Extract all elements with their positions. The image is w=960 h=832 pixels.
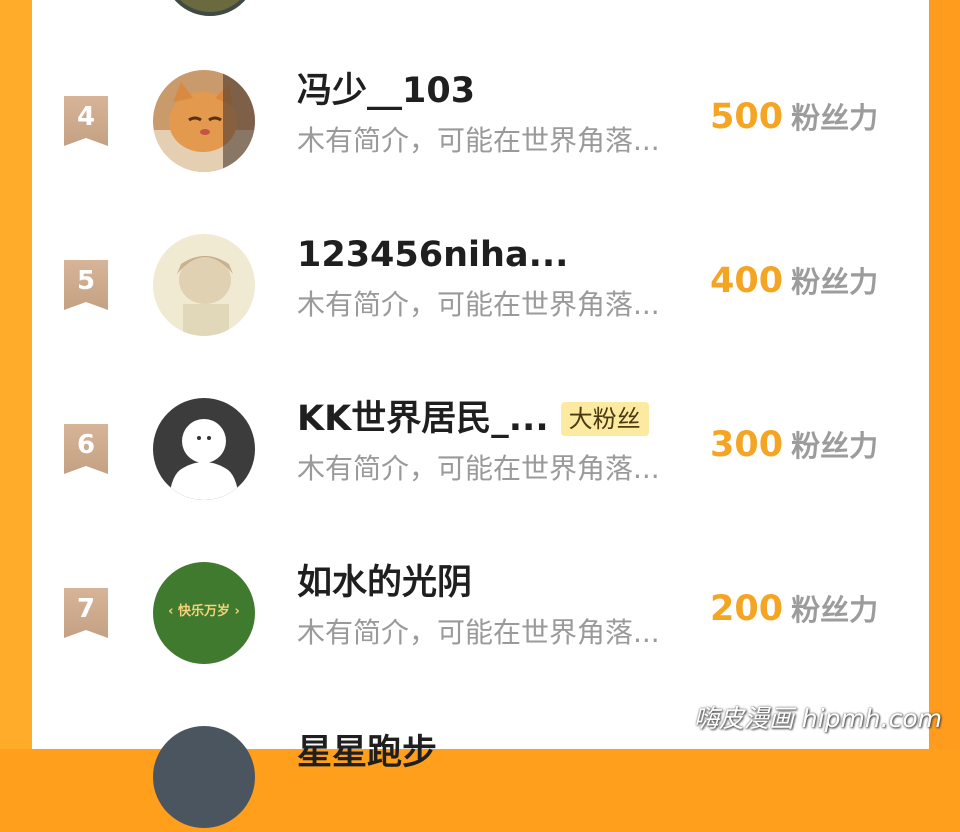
user-nickname[interactable]: 123456niha... (297, 232, 568, 278)
user-nickname[interactable]: 如水的光阴 (297, 560, 472, 606)
score-unit: 粉丝力 (791, 429, 878, 463)
rank-number: 7 (64, 592, 108, 626)
big-fan-badge: 大粉丝 (561, 402, 649, 436)
nickname-text: 123456niha... (297, 232, 568, 278)
user-avatar[interactable] (153, 70, 255, 172)
ranking-row[interactable]: 5 123456niha... 木有简介，可能在世界角落... 400粉丝力 (32, 230, 929, 340)
default-avatar-icon (153, 398, 255, 500)
rank-number: 4 (64, 100, 108, 134)
user-bio: 木有简介，可能在世界角落... (297, 122, 660, 160)
user-bio: 木有简介，可能在世界角落... (297, 614, 660, 652)
fan-power-score: 400粉丝力 (710, 258, 878, 310)
user-avatar[interactable]: ‹ 快乐万岁 › (153, 562, 255, 664)
ranking-row[interactable]: 6 KK世界居民_... 大粉丝 木有简介，可能在世界角落... 300粉丝力 (32, 394, 929, 504)
nickname-text: KK世界居民_... (297, 396, 549, 442)
score-value: 200 (710, 589, 783, 629)
avatar-previous-row[interactable] (163, 0, 257, 16)
user-bio: 木有简介，可能在世界角落... (297, 450, 660, 488)
user-bio: 木有简介，可能在世界角落... (297, 286, 660, 324)
score-value: 300 (710, 425, 783, 465)
score-unit: 粉丝力 (791, 101, 878, 135)
avatar-caption: ‹ 快乐万岁 › (153, 600, 255, 624)
user-nickname[interactable]: 星星跑步 (297, 730, 437, 776)
score-value: 400 (710, 261, 783, 301)
score-unit: 粉丝力 (791, 593, 878, 627)
score-value: 500 (710, 97, 783, 137)
ranking-panel: 4 冯少__103 木有简介，可能在世界角落... 500粉丝力 (32, 0, 929, 749)
rank-ribbon: 5 (64, 260, 108, 310)
rank-ribbon: 7 (64, 588, 108, 638)
nickname-text: 冯少__103 (297, 68, 475, 114)
nickname-text: 星星跑步 (297, 730, 437, 776)
user-nickname[interactable]: 冯少__103 (297, 68, 475, 114)
rank-number: 6 (64, 428, 108, 462)
ranking-row[interactable]: 星星跑步 (32, 722, 929, 832)
nickname-text: 如水的光阴 (297, 560, 472, 606)
fan-power-score: 300粉丝力 (710, 422, 878, 474)
user-nickname[interactable]: KK世界居民_... 大粉丝 (297, 396, 649, 442)
rank-ribbon: 4 (64, 96, 108, 146)
rank-number: 5 (64, 264, 108, 298)
anime-avatar-icon (153, 234, 255, 336)
ranking-row[interactable]: 4 冯少__103 木有简介，可能在世界角落... 500粉丝力 (32, 66, 929, 176)
site-watermark: 嗨皮漫画 hipmh.com (694, 699, 942, 735)
score-unit: 粉丝力 (791, 265, 878, 299)
user-avatar[interactable] (153, 726, 255, 828)
ranking-row[interactable]: 7 ‹ 快乐万岁 › 如水的光阴 木有简介，可能在世界角落... 200粉丝力 (32, 558, 929, 668)
rank-ribbon: 6 (64, 424, 108, 474)
user-avatar[interactable] (153, 398, 255, 500)
user-avatar[interactable] (153, 234, 255, 336)
cat-avatar-icon (153, 70, 255, 172)
fan-power-score: 200粉丝力 (710, 586, 878, 638)
fan-power-score: 500粉丝力 (710, 94, 878, 146)
